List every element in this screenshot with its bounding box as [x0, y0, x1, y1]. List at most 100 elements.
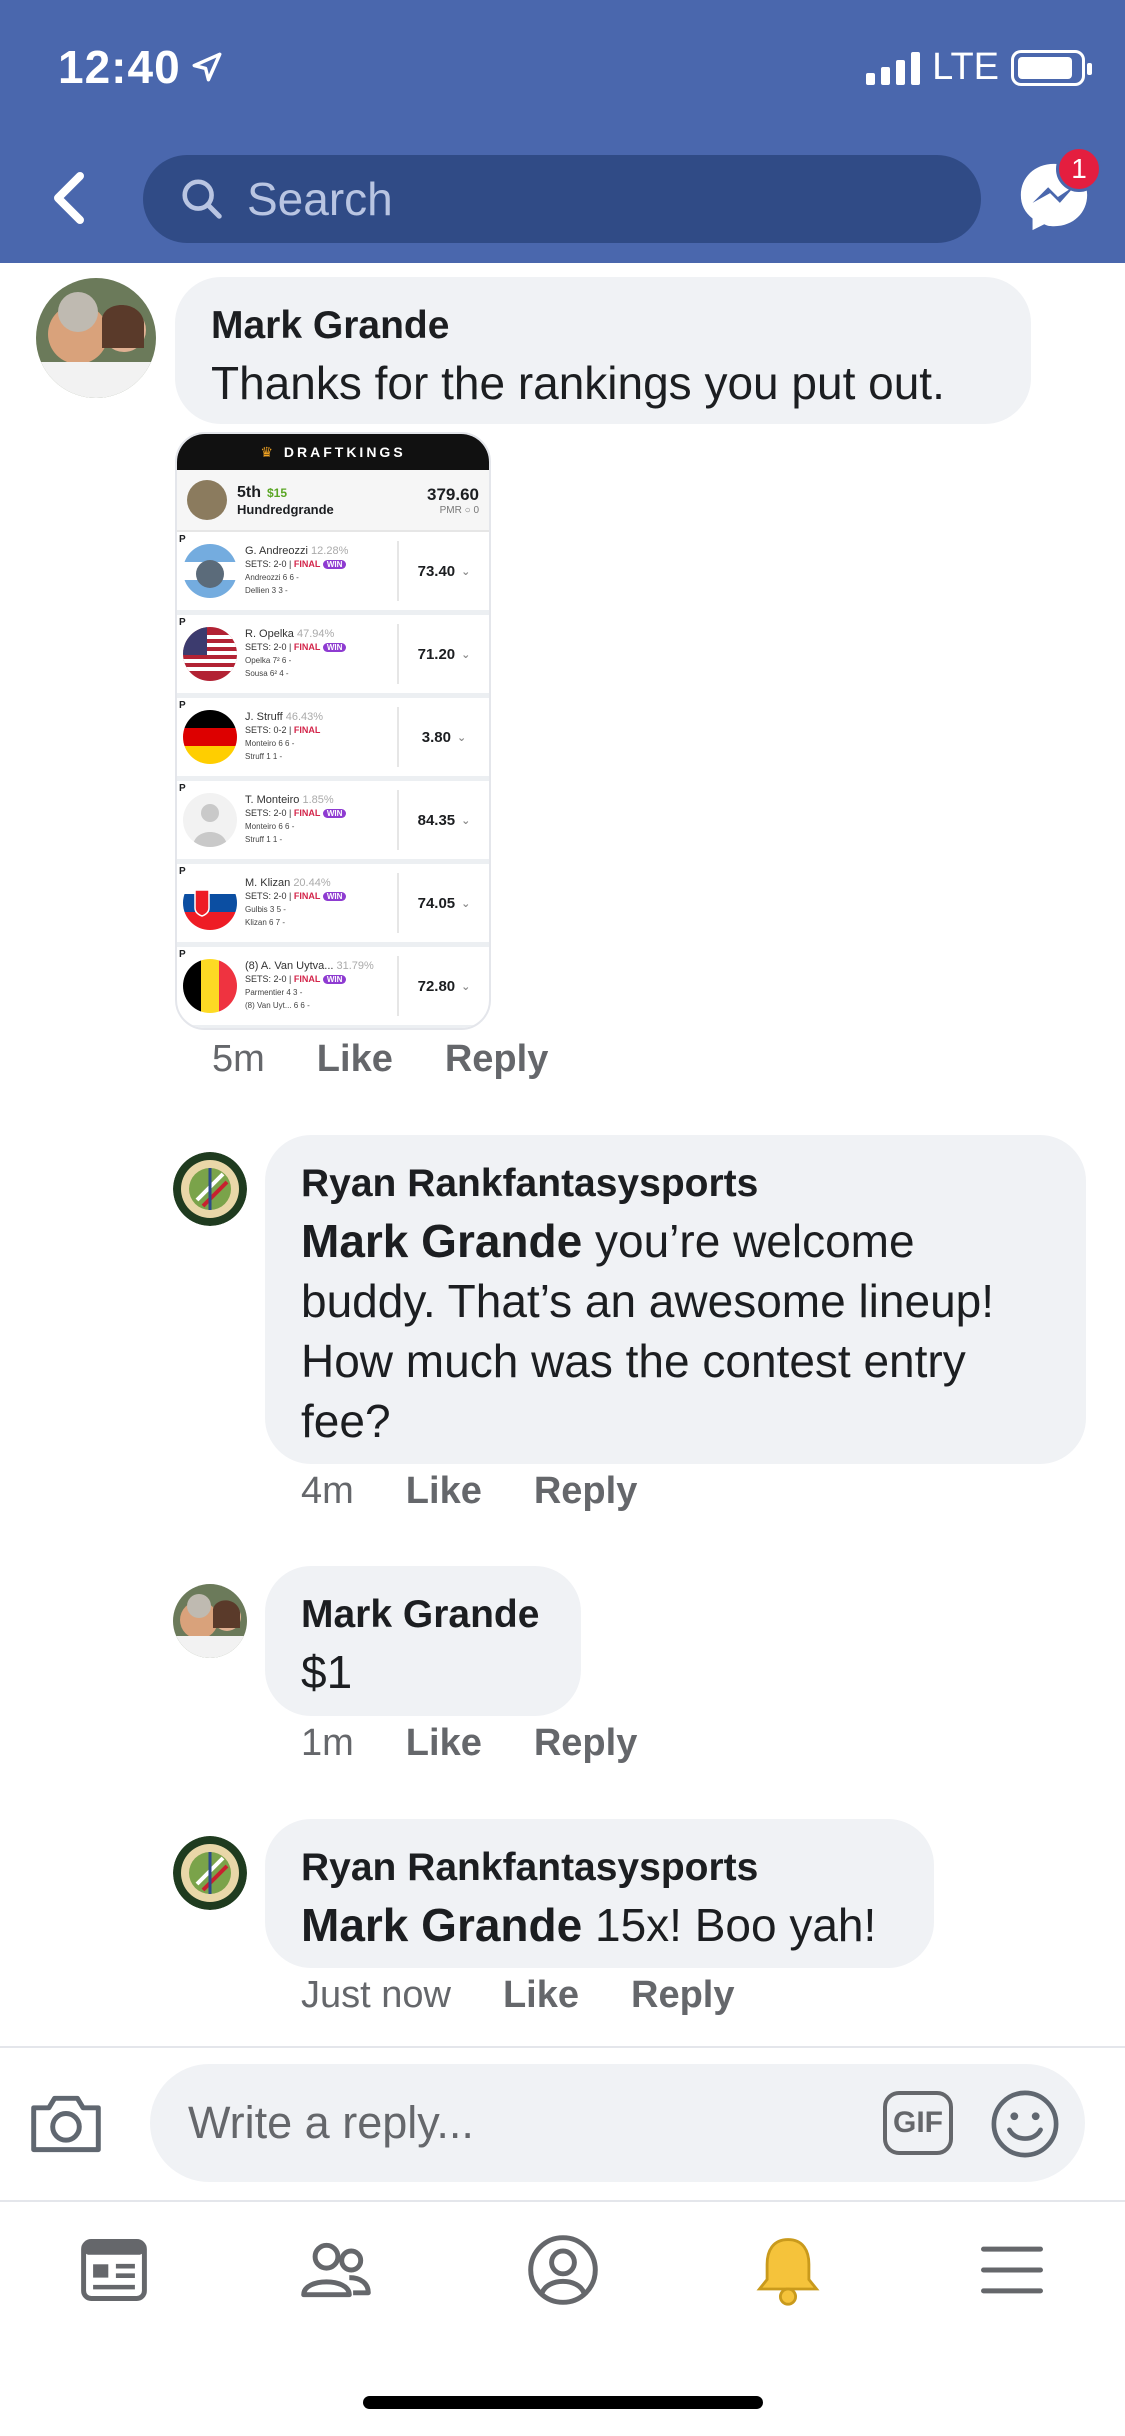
menu-icon[interactable] [974, 2232, 1050, 2308]
chevron-down-icon[interactable]: ⌄ [461, 648, 470, 661]
search-placeholder: Search [247, 173, 393, 225]
draftkings-banner: ♛ DRAFTKINGS [177, 434, 489, 470]
player-name: J. Struff [245, 711, 283, 723]
mention-link[interactable]: Mark Grande [301, 1899, 582, 1951]
comment-text: Thanks for the rankings you put out. [211, 357, 945, 409]
reply-button[interactable]: Reply [534, 1722, 637, 1765]
score-line: Monteiro 6 6 - [245, 739, 295, 748]
brand-label: DRAFTKINGS [283, 444, 406, 460]
location-arrow-icon [192, 52, 222, 82]
battery-icon [1011, 49, 1092, 86]
player-row[interactable]: P J. Struff 46.43% SETS: 0-2 | FINAL Monte… [177, 698, 489, 781]
camera-icon[interactable] [28, 2090, 104, 2156]
reply-bubble[interactable]: Mark Grande $1 [265, 1566, 581, 1716]
avatar[interactable] [173, 1152, 247, 1226]
player-points: 74.05 ⌄ [397, 873, 489, 933]
score-line: Sousa 6² 4 - [245, 669, 289, 678]
position-label: P [179, 700, 186, 711]
groups-icon[interactable] [298, 2232, 374, 2308]
reply-time: Just now [301, 1974, 451, 2016]
search-icon [182, 179, 222, 219]
chevron-down-icon[interactable]: ⌄ [461, 980, 470, 993]
player-points: 71.20 ⌄ [397, 624, 489, 684]
chevron-down-icon[interactable]: ⌄ [461, 897, 470, 910]
ownership-pct: 31.79% [336, 960, 374, 972]
position-label: P [179, 949, 186, 960]
chevron-down-icon[interactable]: ⌄ [457, 731, 466, 744]
reply-button[interactable]: Reply [534, 1470, 637, 1513]
mention-link[interactable]: Mark Grande [301, 1215, 582, 1267]
player-row[interactable]: P R. Opelka 47.94% SETS: 2-0 | FINAL WIN Op… [177, 615, 489, 698]
player-points: 73.40 ⌄ [397, 541, 489, 601]
player-name: (8) A. Van Uytva... [245, 960, 334, 972]
player-name: R. Opelka [245, 628, 294, 640]
win-badge: WIN [322, 809, 347, 818]
player-name: T. Monteiro [245, 794, 300, 806]
reply-bubble[interactable]: Ryan Rankfantasysports Mark Grande you’r… [265, 1135, 1086, 1464]
rank-label: 5th [237, 483, 261, 501]
reply-author[interactable]: Mark Grande [301, 1588, 545, 1642]
player-row[interactable]: P G. Andreozzi 12.28% SETS: 2-0 | FINAL WI… [177, 532, 489, 615]
ownership-pct: 46.43% [285, 711, 324, 723]
reply-text: Mark Grande you’re welcome buddy. That’s… [301, 1215, 995, 1447]
score-line: Struff 1 1 - [245, 835, 283, 844]
messenger-badge: 1 [1056, 146, 1102, 192]
gif-button[interactable]: GIF [883, 2091, 953, 2155]
reply-bubble[interactable]: Ryan Rankfantasysports Mark Grande 15x! … [265, 1819, 934, 1968]
avatar[interactable] [173, 1836, 247, 1910]
pmr-label: PMR ○ 0 [439, 504, 479, 516]
sets-label: SETS: 2-0 [245, 808, 287, 818]
reply-actions: 4m Like Reply [301, 1470, 637, 1513]
win-badge: WIN [322, 975, 347, 984]
score-line: Struff 1 1 - [245, 752, 283, 761]
winnings-label: $15 [267, 485, 288, 500]
profile-icon[interactable] [525, 2232, 601, 2308]
score-line: Dellien 3 3 - [245, 586, 288, 595]
ownership-pct: 12.28% [311, 545, 349, 557]
pmr-value: 0 [473, 504, 479, 516]
chevron-down-icon[interactable]: ⌄ [461, 814, 470, 827]
reply-button[interactable]: Reply [631, 1974, 734, 2017]
news-feed-icon[interactable] [76, 2232, 152, 2308]
user-avatar [187, 480, 227, 520]
player-info: R. Opelka 47.94% SETS: 2-0 | FINAL WIN Ope… [245, 628, 397, 680]
reply-author[interactable]: Ryan Rankfantasysports [301, 1841, 898, 1895]
search-bar[interactable]: Search [143, 155, 981, 243]
player-info: M. Klizan 20.44% SETS: 2-0 | FINAL WIN Gul… [245, 877, 397, 929]
player-row[interactable]: P (8) A. Van Uytva... 31.79% SETS: 2-0 | F… [177, 947, 489, 1028]
back-arrow-icon[interactable] [48, 170, 88, 226]
comment-bubble[interactable]: Mark Grande Thanks for the rankings you … [175, 277, 1031, 424]
rank-logo-icon [173, 1152, 247, 1226]
crown-icon: ♛ [260, 443, 276, 460]
player-points: 72.80 ⌄ [397, 956, 489, 1016]
avatar[interactable] [173, 1584, 247, 1658]
final-label: FINAL [293, 974, 321, 984]
score-line: Gulbis 3 5 - [245, 905, 286, 914]
sets-label: SETS: 2-0 [245, 559, 287, 569]
sets-label: SETS: 0-2 [245, 725, 287, 735]
avatar[interactable] [36, 278, 156, 398]
flag-icon [183, 710, 237, 764]
comment-author[interactable]: Mark Grande [211, 299, 995, 353]
score-line: Andreozzi 6 6 - [245, 573, 299, 582]
sets-label: SETS: 2-0 [245, 974, 287, 984]
ownership-pct: 47.94% [296, 628, 335, 640]
reply-author[interactable]: Ryan Rankfantasysports [301, 1157, 1050, 1211]
flag-icon [183, 959, 237, 1013]
reply-button[interactable]: Reply [445, 1038, 548, 1081]
lineup-screenshot[interactable]: ♛ DRAFTKINGS 5th $15 Hundredgrande 379.60… [175, 432, 491, 1030]
like-button[interactable]: Like [503, 1974, 579, 2017]
flag-icon [183, 627, 237, 681]
like-button[interactable]: Like [406, 1722, 482, 1765]
ownership-pct: 1.85% [302, 794, 334, 806]
position-label: P [179, 617, 186, 628]
player-name: G. Andreozzi [245, 545, 308, 557]
total-points: 379.60 [427, 484, 479, 504]
player-row[interactable]: P T. Monteiro 1.85% SETS: 2-0 | FINAL WIN M… [177, 781, 489, 864]
like-button[interactable]: Like [406, 1470, 482, 1513]
player-row[interactable]: P M. Klizan 20.44% SETS: 2-0 | FINAL WIN Gu… [177, 864, 489, 947]
notifications-icon[interactable] [750, 2232, 826, 2308]
chevron-down-icon[interactable]: ⌄ [461, 565, 470, 578]
like-button[interactable]: Like [317, 1038, 393, 1081]
sticker-icon[interactable] [990, 2089, 1060, 2159]
